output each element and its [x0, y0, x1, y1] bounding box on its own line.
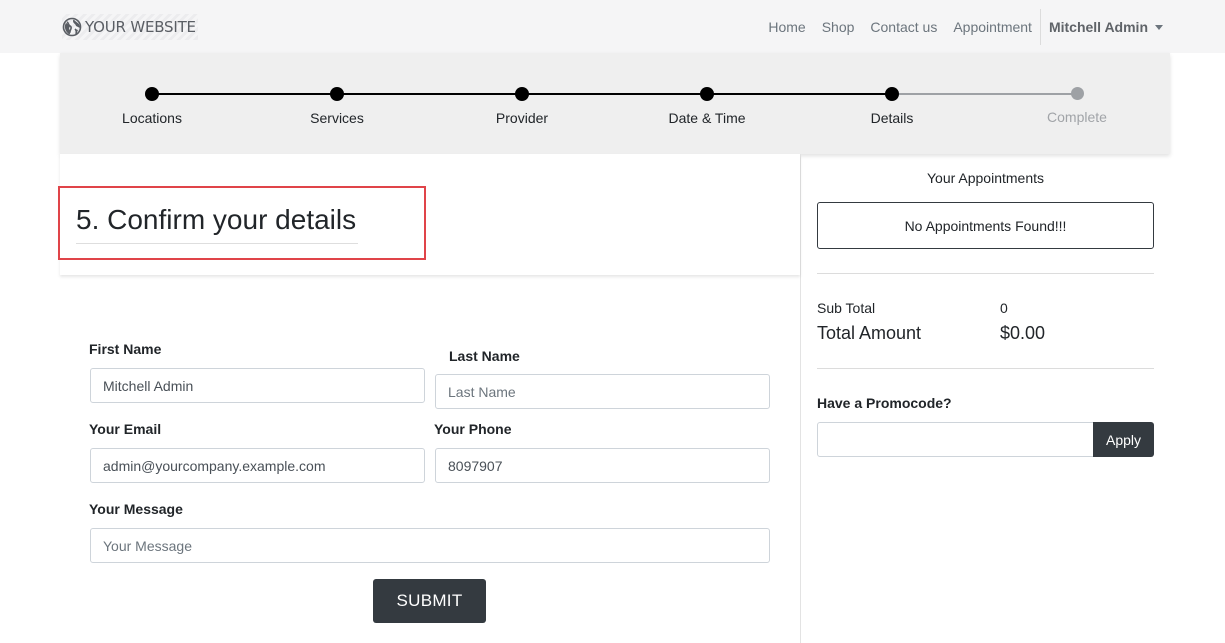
email-field[interactable] — [90, 448, 425, 483]
title-underline — [76, 243, 358, 244]
user-name: Mitchell Admin — [1048, 18, 1148, 35]
user-menu[interactable]: Mitchell Admin — [1039, 8, 1163, 45]
empty-appointments-box: No Appointments Found!!! — [817, 202, 1154, 249]
caret-down-icon — [1155, 25, 1163, 30]
brand-name: YOUR WEBSITE — [85, 18, 196, 36]
title-highlight-box: 5. Confirm your details — [58, 186, 426, 260]
step-label: Date & Time — [668, 110, 746, 126]
message-label: Your Message — [89, 501, 183, 517]
promocode-input[interactable] — [817, 422, 1094, 457]
step-services: Services — [262, 87, 412, 126]
top-navbar: YOUR WEBSITE Home Shop Contact us Appoin… — [0, 0, 1225, 53]
last-name-field[interactable] — [435, 374, 770, 409]
total-amount-label: Total Amount — [817, 323, 922, 343]
step-dot — [700, 87, 714, 101]
step-dot — [885, 87, 899, 101]
subtotal-label: Sub Total — [817, 300, 876, 316]
step-locations: Locations — [77, 87, 227, 126]
progress-steps: Locations Services Provider Date & Time … — [60, 53, 1170, 154]
step-provider: Provider — [447, 87, 597, 126]
nav-appointment-link[interactable]: Appointment — [953, 19, 1032, 35]
step-date-time: Date & Time — [632, 87, 782, 126]
page-title: 5. Confirm your details — [76, 204, 357, 235]
submit-button[interactable]: SUBMIT — [373, 579, 486, 623]
step-label: Complete — [1047, 109, 1107, 125]
last-name-label: Last Name — [449, 348, 520, 364]
brand-logo[interactable]: YOUR WEBSITE — [62, 14, 198, 40]
nav-home-link[interactable]: Home — [768, 19, 805, 35]
step-label: Locations — [122, 110, 182, 126]
apply-promocode-button[interactable]: Apply — [1093, 422, 1154, 457]
first-name-label: First Name — [89, 341, 162, 357]
subtotal-value: 0 — [1000, 300, 1008, 316]
total-amount-value: $0.00 — [1000, 323, 1046, 343]
email-label: Your Email — [89, 421, 162, 437]
empty-appointments-text: No Appointments Found!!! — [904, 217, 1067, 234]
step-details: Details — [817, 87, 967, 126]
nav-shop-link[interactable]: Shop — [822, 19, 855, 35]
title-card: 5. Confirm your details — [58, 154, 800, 275]
nav-contact-link[interactable]: Contact us — [870, 19, 937, 35]
phone-field[interactable] — [435, 448, 770, 483]
promocode-label: Have a Promocode? — [817, 395, 952, 411]
step-label: Details — [870, 110, 914, 126]
first-name-field[interactable] — [90, 368, 425, 403]
appointments-sidebar: Your Appointments No Appointments Found!… — [817, 154, 1154, 643]
message-field[interactable] — [90, 528, 770, 563]
phone-label: Your Phone — [434, 421, 512, 437]
step-dot — [1070, 87, 1084, 100]
step-dot — [515, 87, 529, 101]
step-complete: Complete — [1002, 87, 1152, 125]
details-form-column: 5. Confirm your details First Name Last … — [58, 154, 801, 643]
step-label: Services — [310, 110, 364, 126]
step-dot — [330, 87, 344, 101]
step-dot — [145, 87, 159, 101]
divider — [817, 368, 1154, 369]
main-nav: Home Shop Contact us Appointment Mitchel… — [768, 0, 1163, 53]
divider — [817, 273, 1154, 274]
appointments-title: Your Appointments — [926, 170, 1044, 186]
step-label: Provider — [495, 110, 549, 126]
globe-icon — [62, 17, 82, 37]
